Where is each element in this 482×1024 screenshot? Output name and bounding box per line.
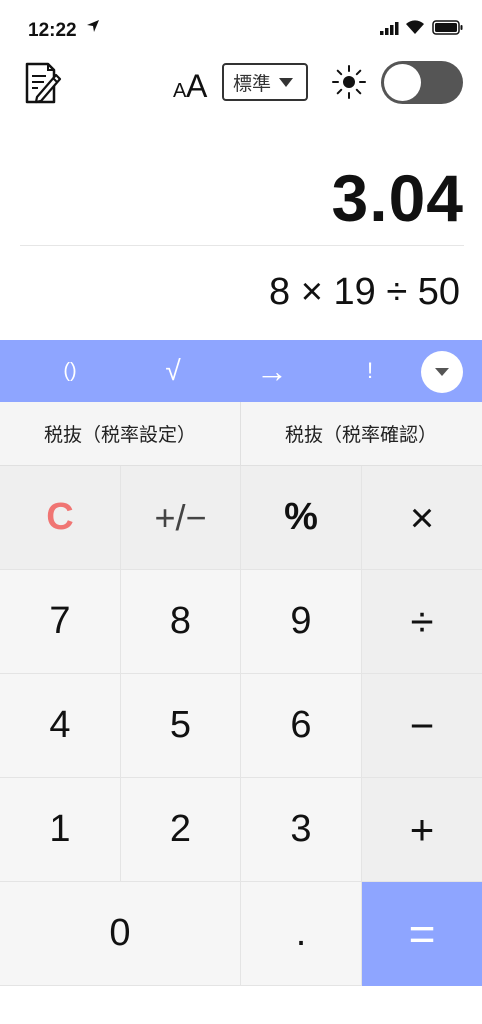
factorial-button[interactable]: !	[330, 340, 410, 402]
function-bar: () √ → !	[0, 340, 482, 402]
toggle-knob	[384, 64, 421, 101]
digit-3-button[interactable]: 3	[241, 778, 362, 882]
sign-toggle-button[interactable]: +/−	[121, 466, 241, 570]
arrow-button[interactable]: →	[232, 340, 312, 402]
cellular-signal-icon	[380, 22, 399, 35]
toolbar: A A 標準	[0, 55, 482, 110]
parentheses-button[interactable]: ()	[30, 340, 110, 402]
font-size-large-a: A	[186, 68, 208, 101]
divide-button[interactable]: ÷	[362, 570, 482, 674]
decimal-point-button[interactable]: .	[241, 882, 362, 986]
status-bar: 12:22	[0, 0, 482, 50]
font-size-small-a: A	[173, 80, 187, 101]
theme-toggle[interactable]	[381, 61, 463, 104]
multiply-button[interactable]: ×	[362, 466, 482, 570]
status-time: 12:22	[28, 20, 77, 41]
chevron-down-icon	[435, 368, 449, 376]
tax-exclude-confirm-button[interactable]: 税抜（税率確認）	[241, 402, 481, 465]
chevron-down-icon	[279, 77, 294, 87]
result-display: 3.04	[331, 161, 464, 235]
equals-button[interactable]: =	[362, 882, 482, 986]
brightness-icon	[332, 65, 366, 99]
digit-7-button[interactable]: 7	[0, 570, 121, 674]
digit-1-button[interactable]: 1	[0, 778, 121, 882]
digit-0-button[interactable]: 0	[0, 882, 241, 986]
display-divider	[20, 245, 464, 246]
mode-select[interactable]: 標準	[222, 63, 308, 101]
expression-display: 8 × 19 ÷ 50	[269, 271, 460, 313]
square-root-button[interactable]: √	[133, 340, 213, 402]
digit-2-button[interactable]: 2	[121, 778, 241, 882]
digit-8-button[interactable]: 8	[121, 570, 241, 674]
digit-6-button[interactable]: 6	[241, 674, 362, 778]
expand-functions-button[interactable]	[421, 351, 463, 393]
mode-select-value: 標準	[233, 73, 272, 95]
minus-button[interactable]: −	[362, 674, 482, 778]
percent-button[interactable]: %	[241, 466, 362, 570]
font-size-icon[interactable]: A A	[173, 65, 213, 101]
location-arrow-icon	[87, 20, 99, 32]
digit-4-button[interactable]: 4	[0, 674, 121, 778]
tax-exclude-setting-button[interactable]: 税抜（税率設定）	[0, 402, 241, 465]
wifi-icon	[406, 20, 424, 34]
plus-button[interactable]: +	[362, 778, 482, 882]
tax-row: 税抜（税率設定） 税抜（税率確認）	[0, 402, 482, 466]
digit-9-button[interactable]: 9	[241, 570, 362, 674]
memo-edit-icon[interactable]	[24, 61, 62, 105]
clear-button[interactable]: C	[0, 466, 121, 570]
digit-5-button[interactable]: 5	[121, 674, 241, 778]
battery-icon	[432, 20, 463, 35]
keypad: C +/− % × 7 8 9 ÷ 4 5 6 − 1 2 3 + 0 . =	[0, 466, 482, 986]
